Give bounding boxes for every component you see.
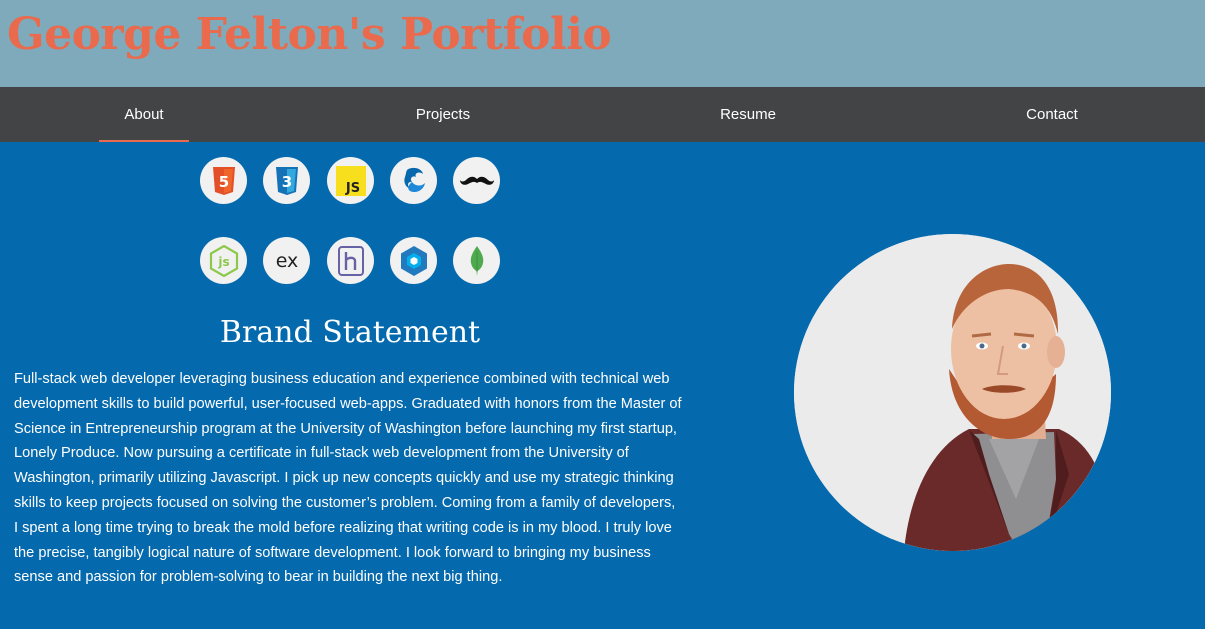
brand-statement-heading: Brand Statement <box>219 315 481 350</box>
site-title: George Felton's Portfolio <box>7 9 612 60</box>
sequelize-icon <box>390 237 437 284</box>
svg-text:ex: ex <box>275 250 298 272</box>
nav-resume[interactable]: Resume <box>703 87 793 142</box>
profile-photo <box>794 234 1111 551</box>
javascript-icon: JS <box>327 157 374 204</box>
svg-text:5: 5 <box>218 173 228 191</box>
nav-contact[interactable]: Contact <box>1007 87 1097 142</box>
html5-icon: 5 <box>200 157 247 204</box>
mongodb-icon <box>453 237 500 284</box>
jquery-icon <box>390 157 437 204</box>
svg-text:3: 3 <box>281 173 291 191</box>
brand-statement-text: Full-stack web developer leveraging busi… <box>14 371 682 586</box>
handlebars-icon <box>453 157 500 204</box>
svg-text:JS: JS <box>344 181 359 196</box>
main-nav: About Projects Resume Contact <box>0 87 1205 142</box>
express-icon: ex <box>263 237 310 284</box>
svg-text:js: js <box>217 255 229 269</box>
nav-projects[interactable]: Projects <box>398 87 488 142</box>
site-header: George Felton's Portfolio <box>0 0 1205 87</box>
css3-icon: 3 <box>263 157 310 204</box>
nav-about[interactable]: About <box>99 87 189 142</box>
heroku-icon <box>327 237 374 284</box>
nodejs-icon: js <box>200 237 247 284</box>
